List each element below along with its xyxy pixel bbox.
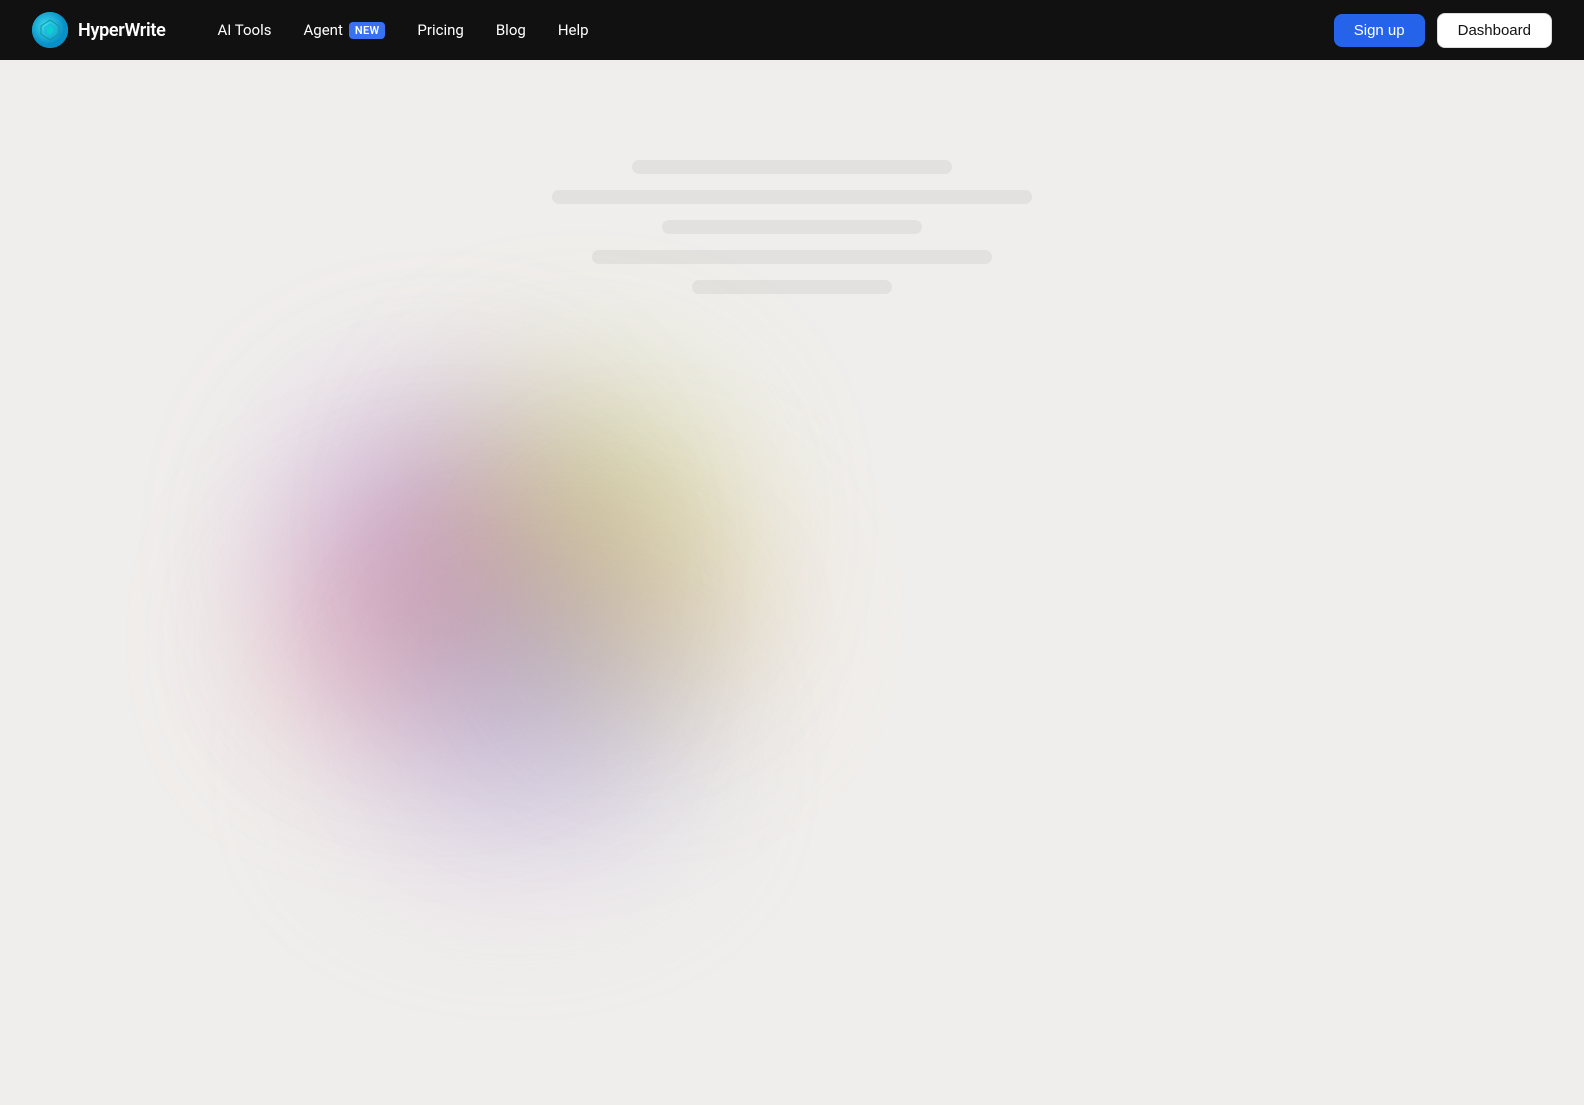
placeholder-line-3 xyxy=(662,220,922,234)
navbar-actions: Sign up Dashboard xyxy=(1334,13,1552,48)
navbar-nav: AI Tools Agent NEW Pricing Blog Help xyxy=(205,15,1333,45)
placeholder-line-2 xyxy=(552,190,1032,204)
loading-text-overlay xyxy=(0,120,1584,294)
agent-new-badge: NEW xyxy=(349,22,386,39)
logo[interactable]: HyperWrite xyxy=(32,12,165,48)
logo-text: HyperWrite xyxy=(78,20,165,41)
navbar: HyperWrite AI Tools Agent NEW Pricing Bl… xyxy=(0,0,1584,60)
nav-item-help[interactable]: Help xyxy=(546,15,601,45)
blob-peach xyxy=(554,513,754,713)
placeholder-line-4 xyxy=(592,250,992,264)
placeholder-line-5 xyxy=(692,280,892,294)
logo-icon xyxy=(32,12,68,48)
signup-button[interactable]: Sign up xyxy=(1334,14,1425,47)
nav-item-agent[interactable]: Agent NEW xyxy=(292,15,398,45)
nav-item-pricing[interactable]: Pricing xyxy=(405,15,475,45)
main-content xyxy=(0,60,1584,1105)
dashboard-button[interactable]: Dashboard xyxy=(1437,13,1552,48)
nav-item-ai-tools[interactable]: AI Tools xyxy=(205,15,283,45)
decorative-blob xyxy=(204,333,904,833)
placeholder-line-1 xyxy=(632,160,952,174)
nav-item-blog[interactable]: Blog xyxy=(484,15,538,45)
